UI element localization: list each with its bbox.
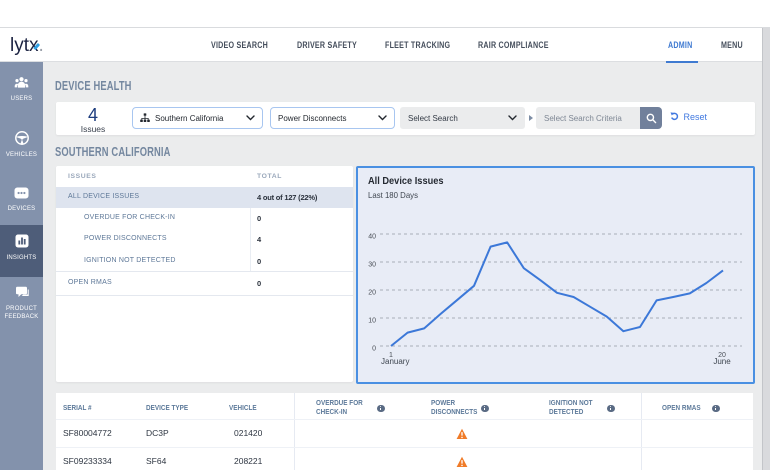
svg-text:40: 40 bbox=[368, 234, 376, 241]
svg-text:January: January bbox=[381, 357, 409, 366]
svg-text:20: 20 bbox=[368, 290, 376, 297]
svg-text:10: 10 bbox=[368, 318, 376, 325]
svg-text:30: 30 bbox=[368, 262, 376, 269]
svg-text:0: 0 bbox=[372, 346, 376, 353]
svg-text:June: June bbox=[713, 357, 731, 366]
